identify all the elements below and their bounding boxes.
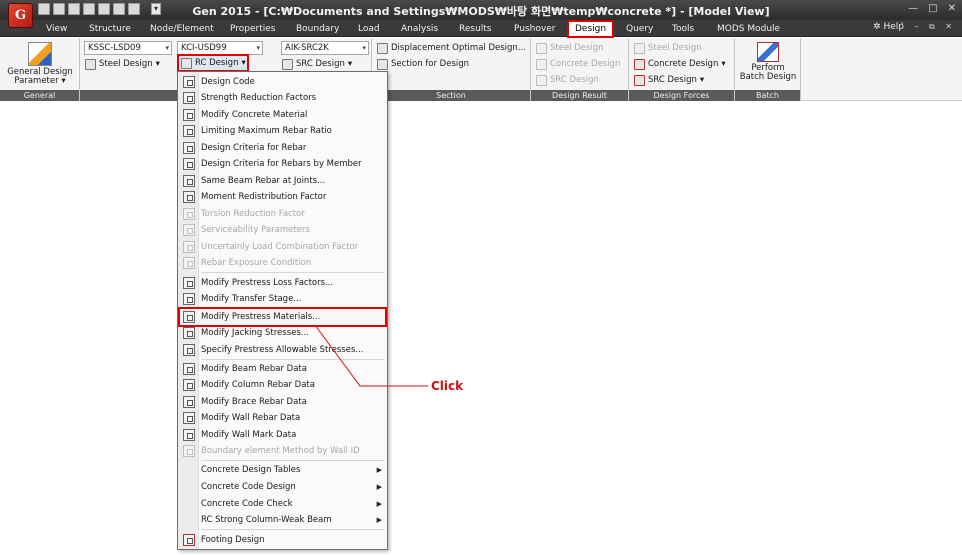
- app-logo[interactable]: G: [8, 3, 33, 28]
- click-annotation-label: Click: [431, 379, 464, 393]
- click-annotation-line: [314, 324, 428, 387]
